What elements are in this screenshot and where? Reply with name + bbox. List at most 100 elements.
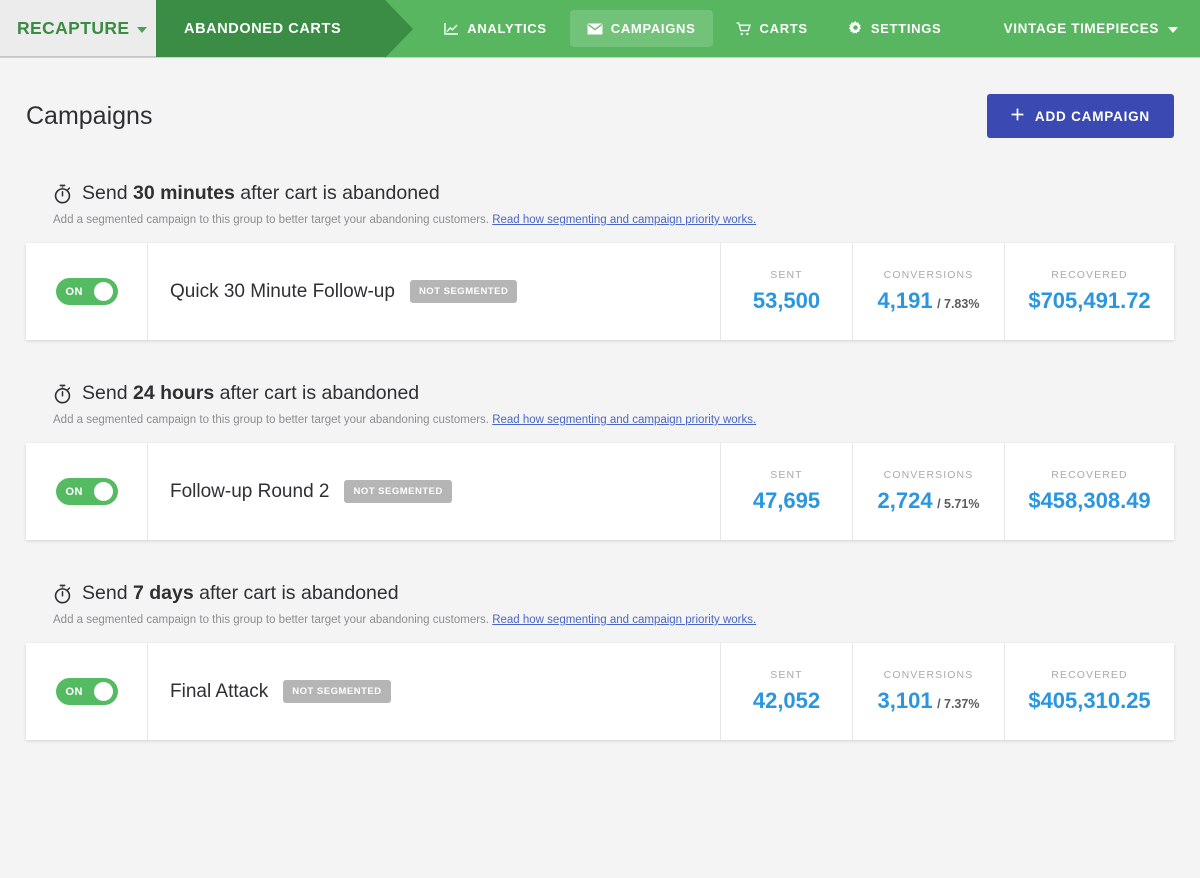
stat-recovered: RECOVERED $458,308.49 bbox=[1004, 443, 1174, 540]
stat-conversions-label: CONVERSIONS bbox=[883, 269, 974, 281]
nav-links: ANALYTICS CAMPAIGNS CARTS SETTINGS bbox=[385, 0, 1003, 57]
stat-recovered-label: RECOVERED bbox=[1051, 669, 1128, 681]
stat-recovered-label: RECOVERED bbox=[1051, 469, 1128, 481]
stat-conversions: CONVERSIONS 2,724 / 5.71% bbox=[852, 443, 1004, 540]
campaign-name: Quick 30 Minute Follow-up bbox=[170, 280, 395, 302]
campaign-name: Final Attack bbox=[170, 680, 269, 702]
campaign-name-cell: Final Attack NOT SEGMENTED bbox=[148, 643, 720, 740]
plus-icon bbox=[1011, 108, 1024, 124]
campaign-card[interactable]: ON Quick 30 Minute Follow-up NOT SEGMENTED… bbox=[26, 243, 1174, 340]
group-title-text: Send 7 days after cart is abandoned bbox=[82, 582, 399, 604]
campaign-card[interactable]: ON Final Attack NOT SEGMENTED SENT 42,052 CON… bbox=[26, 643, 1174, 740]
stat-conversions-rate: / 7.37% bbox=[937, 697, 980, 711]
stat-sent-label: SENT bbox=[770, 469, 803, 481]
tab-abandoned-carts-label: ABANDONED CARTS bbox=[184, 20, 342, 37]
stopwatch-icon bbox=[53, 384, 72, 404]
toggle-state-label: ON bbox=[65, 285, 83, 298]
toggle-knob bbox=[93, 282, 113, 301]
campaign-groups: Send 30 minutes after cart is abandoned A… bbox=[0, 182, 1200, 740]
shopping-cart-icon bbox=[736, 21, 752, 36]
nav-item-settings[interactable]: SETTINGS bbox=[831, 10, 959, 47]
stat-sent-value: 47,695 bbox=[752, 488, 821, 513]
segmentation-badge: NOT SEGMENTED bbox=[344, 480, 452, 503]
toggle-state-label: ON bbox=[65, 485, 83, 498]
stat-sent-value: 42,052 bbox=[752, 688, 821, 713]
gear-icon bbox=[848, 21, 863, 36]
stat-recovered-label: RECOVERED bbox=[1051, 269, 1128, 281]
toggle-knob bbox=[93, 682, 113, 701]
stat-sent: SENT 42,052 bbox=[720, 643, 852, 740]
stat-sent-label: SENT bbox=[770, 669, 803, 681]
campaign-group: Send 30 minutes after cart is abandoned A… bbox=[26, 182, 1174, 340]
campaign-enabled-toggle[interactable]: ON bbox=[55, 278, 118, 305]
group-title: Send 24 hours after cart is abandoned bbox=[26, 382, 1174, 405]
segmentation-badge: NOT SEGMENTED bbox=[409, 280, 518, 303]
stat-conversions-value: 2,724 bbox=[877, 488, 933, 513]
toggle-knob bbox=[93, 482, 113, 501]
nav-item-carts-label: CARTS bbox=[759, 21, 808, 36]
group-subtitle: Add a segmented campaign to this group t… bbox=[26, 414, 1174, 426]
nav-item-analytics-label: ANALYTICS bbox=[467, 21, 547, 36]
segmenting-help-link[interactable]: Read how segmenting and campaign priorit… bbox=[492, 214, 756, 226]
stat-recovered-value: $405,310.25 bbox=[1028, 688, 1151, 713]
nav-item-campaigns-label: CAMPAIGNS bbox=[610, 21, 696, 36]
brand-menu[interactable]: RECAPTURE bbox=[0, 0, 156, 57]
group-subtitle: Add a segmented campaign to this group t… bbox=[26, 614, 1174, 626]
stat-conversions: CONVERSIONS 3,101 / 7.37% bbox=[852, 643, 1004, 740]
envelope-icon bbox=[587, 23, 603, 35]
campaign-name-cell: Quick 30 Minute Follow-up NOT SEGMENTED bbox=[148, 243, 720, 340]
page-title: Campaigns bbox=[26, 101, 153, 130]
campaign-card[interactable]: ON Follow-up Round 2 NOT SEGMENTED SENT 47,6… bbox=[26, 443, 1174, 540]
group-title-text: Send 30 minutes after cart is abandoned bbox=[82, 182, 440, 204]
segmenting-help-link[interactable]: Read how segmenting and campaign priorit… bbox=[492, 414, 756, 426]
stat-conversions-label: CONVERSIONS bbox=[883, 669, 974, 681]
brand-label: RECAPTURE bbox=[17, 17, 130, 38]
segmenting-help-link[interactable]: Read how segmenting and campaign priorit… bbox=[492, 614, 756, 626]
group-title: Send 7 days after cart is abandoned bbox=[26, 582, 1174, 605]
group-title: Send 30 minutes after cart is abandoned bbox=[26, 182, 1174, 205]
account-label: VINTAGE TIMEPIECES bbox=[1003, 21, 1159, 36]
stat-sent: SENT 53,500 bbox=[720, 243, 852, 340]
toggle-state-label: ON bbox=[65, 685, 83, 698]
chevron-down-icon bbox=[136, 26, 147, 33]
stat-recovered: RECOVERED $405,310.25 bbox=[1004, 643, 1174, 740]
campaign-toggle-cell: ON bbox=[26, 643, 148, 740]
stat-recovered-value: $705,491.72 bbox=[1028, 288, 1151, 313]
campaign-name-cell: Follow-up Round 2 NOT SEGMENTED bbox=[148, 443, 720, 540]
stat-conversions-value: 4,191 bbox=[877, 288, 933, 313]
add-campaign-button[interactable]: ADD CAMPAIGN bbox=[986, 94, 1174, 138]
campaign-stats: SENT 53,500 CONVERSIONS 4,191 / 7.83% RECOVE… bbox=[720, 243, 1174, 340]
stat-recovered-value: $458,308.49 bbox=[1028, 488, 1151, 513]
tab-abandoned-carts[interactable]: ABANDONED CARTS bbox=[156, 0, 414, 58]
campaign-group: Send 24 hours after cart is abandoned Add… bbox=[26, 382, 1174, 540]
stopwatch-icon bbox=[53, 184, 72, 204]
nav-item-analytics[interactable]: ANALYTICS bbox=[427, 10, 564, 47]
campaign-stats: SENT 42,052 CONVERSIONS 3,101 / 7.37% RECOVE… bbox=[720, 643, 1174, 740]
campaign-enabled-toggle[interactable]: ON bbox=[55, 478, 118, 505]
account-menu[interactable]: VINTAGE TIMEPIECES bbox=[1004, 0, 1200, 57]
chevron-down-icon bbox=[1168, 26, 1178, 33]
campaign-enabled-toggle[interactable]: ON bbox=[55, 678, 118, 705]
stat-sent: SENT 47,695 bbox=[720, 443, 852, 540]
stat-conversions-row: 3,101 / 7.37% bbox=[878, 688, 980, 714]
nav-item-settings-label: SETTINGS bbox=[870, 21, 942, 36]
stat-conversions-rate: / 7.83% bbox=[937, 297, 980, 311]
stat-conversions-rate: / 5.71% bbox=[937, 497, 980, 511]
group-title-text: Send 24 hours after cart is abandoned bbox=[82, 382, 420, 404]
group-subtitle: Add a segmented campaign to this group t… bbox=[26, 214, 1174, 226]
group-subtitle-text: Add a segmented campaign to this group t… bbox=[53, 614, 489, 626]
campaign-group: Send 7 days after cart is abandoned Add a… bbox=[26, 582, 1174, 740]
group-subtitle-text: Add a segmented campaign to this group t… bbox=[53, 414, 489, 426]
add-campaign-label: ADD CAMPAIGN bbox=[1034, 108, 1150, 124]
top-navbar: RECAPTURE ABANDONED CARTS ANALYTICS CAMP… bbox=[0, 0, 1200, 58]
stat-recovered: RECOVERED $705,491.72 bbox=[1004, 243, 1174, 340]
nav-item-carts[interactable]: CARTS bbox=[719, 10, 825, 47]
stat-conversions-row: 4,191 / 7.83% bbox=[878, 288, 980, 314]
stat-conversions-label: CONVERSIONS bbox=[883, 469, 974, 481]
campaign-stats: SENT 47,695 CONVERSIONS 2,724 / 5.71% RECOVE… bbox=[720, 443, 1174, 540]
campaign-toggle-cell: ON bbox=[26, 243, 148, 340]
stat-conversions: CONVERSIONS 4,191 / 7.83% bbox=[852, 243, 1004, 340]
nav-item-campaigns[interactable]: CAMPAIGNS bbox=[569, 10, 713, 47]
stat-sent-label: SENT bbox=[770, 269, 803, 281]
campaign-name: Follow-up Round 2 bbox=[170, 480, 330, 502]
